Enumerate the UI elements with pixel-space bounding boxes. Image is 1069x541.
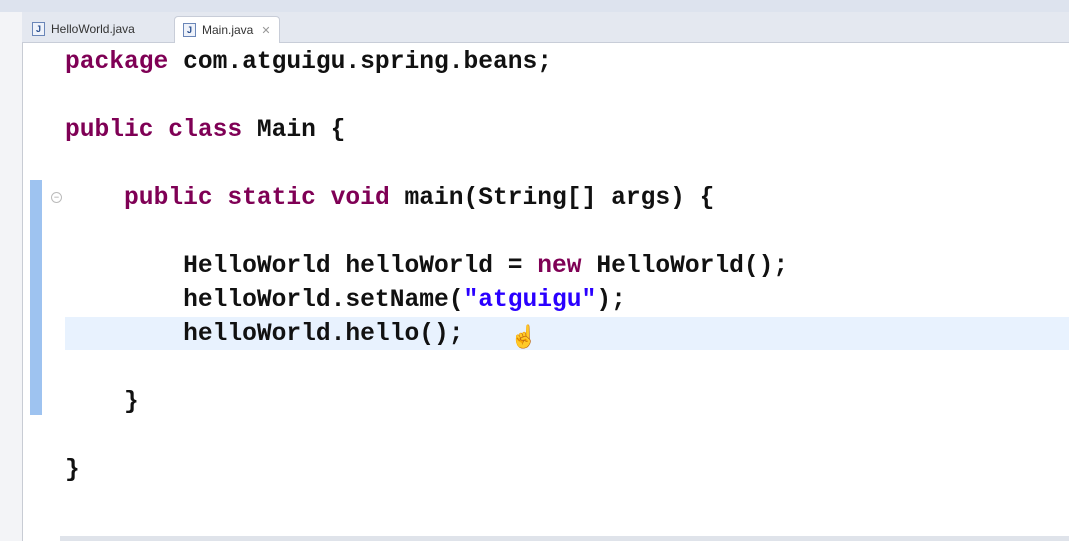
keyword-token: new [537,253,582,280]
code-token: } [65,457,80,484]
hand-cursor-icon: ☝ [510,324,538,349]
code-line[interactable] [65,420,788,454]
left-frame [0,12,23,541]
code-line[interactable]: public class Main { [65,114,788,148]
code-text[interactable]: package com.atguigu.spring.beans; public … [65,46,788,488]
change-ruler [30,180,42,415]
tab-helloworld-java[interactable]: J HelloWorld.java [24,16,143,42]
keyword-token: package [65,49,169,76]
java-file-icon: J [183,23,196,37]
code-token: HelloWorld helloWorld = [65,253,538,280]
code-token: ); [596,287,626,314]
code-token: main(String[] args) { [389,185,715,212]
code-line[interactable]: HelloWorld helloWorld = new HelloWorld()… [65,250,788,284]
editor-tab-bar: J HelloWorld.java J Main.java ✕ [22,12,1069,43]
java-file-icon: J [32,22,45,36]
code-token: } [65,389,139,416]
horizontal-scrollbar[interactable] [60,536,1069,541]
code-line[interactable] [65,148,788,182]
code-token: com.atguigu.spring.beans; [168,49,553,76]
code-token: helloWorld.setName( [65,287,464,314]
code-line[interactable]: helloWorld.hello(); [65,318,788,352]
code-line[interactable]: } [65,454,788,488]
code-line[interactable]: package com.atguigu.spring.beans; [65,46,788,80]
keyword-token: public static void [124,185,390,212]
tab-label: HelloWorld.java [51,22,135,36]
string-token: "atguigu" [463,287,597,314]
code-token: Main { [242,117,346,144]
code-line[interactable] [65,216,788,250]
code-token: HelloWorld(); [581,253,789,280]
code-line[interactable]: public static void main(String[] args) { [65,182,788,216]
close-tab-icon[interactable]: ✕ [261,24,270,37]
keyword-token: public class [65,117,243,144]
code-line[interactable]: helloWorld.setName("atguigu"); [65,284,788,318]
tab-main-java[interactable]: J Main.java ✕ [174,16,280,43]
code-line[interactable] [65,352,788,386]
code-line[interactable]: } [65,386,788,420]
code-line[interactable] [65,80,788,114]
tab-label: Main.java [202,23,254,37]
code-token: helloWorld.hello(); [65,321,464,348]
fold-collapse-icon[interactable]: − [51,192,62,203]
